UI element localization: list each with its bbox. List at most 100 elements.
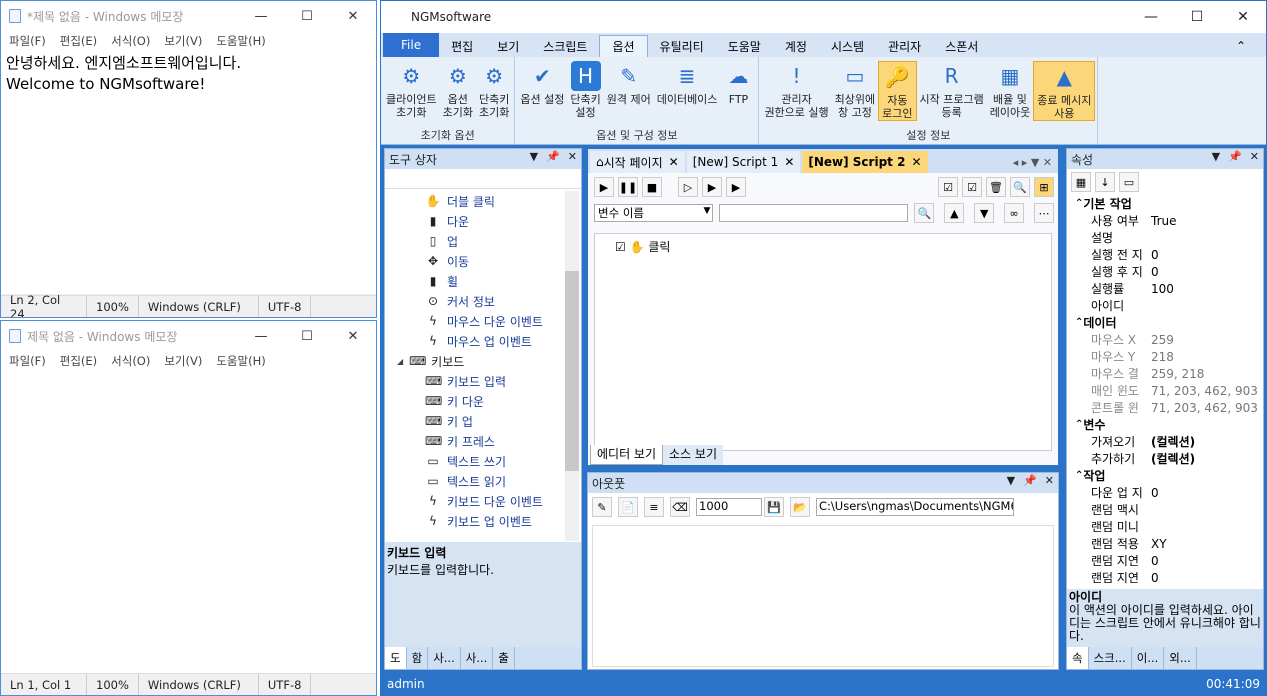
minimize-button[interactable]: — bbox=[238, 321, 284, 351]
run-from-icon[interactable]: ▶ bbox=[726, 177, 746, 197]
ribbon-tab[interactable]: 보기 bbox=[485, 35, 531, 57]
property-row[interactable]: ⌃ 데이터 bbox=[1067, 314, 1263, 331]
sort-az-icon[interactable]: ↓ bbox=[1095, 172, 1115, 192]
document-tab[interactable]: ⌂ 시작 페이지 ✕ bbox=[590, 151, 685, 173]
ribbon-button[interactable]: ☁ FTP bbox=[720, 61, 756, 107]
bottom-tab[interactable]: 출 bbox=[493, 647, 515, 669]
property-row[interactable]: 랜덤 지연 0 bbox=[1067, 569, 1263, 586]
eraser-icon[interactable]: ⌫ bbox=[670, 497, 690, 517]
property-row[interactable]: 마우스 결 259, 218 bbox=[1067, 365, 1263, 382]
ribbon-button[interactable]: ▲ 종료 메시지 사용 bbox=[1033, 61, 1096, 121]
close-icon[interactable]: ✕ bbox=[1045, 474, 1054, 487]
toolbox-search-input[interactable] bbox=[385, 169, 581, 189]
maximize-button[interactable]: ☐ bbox=[284, 321, 330, 351]
collapse-icon[interactable]: ◢ bbox=[397, 357, 403, 366]
property-row[interactable]: 콘트롤 윈 71, 203, 462, 903 bbox=[1067, 399, 1263, 416]
toolbox-item[interactable]: ▮ 휠 bbox=[385, 271, 581, 291]
toolbox-item[interactable]: ⊙ 커서 정보 bbox=[385, 291, 581, 311]
property-row[interactable]: 마우스 Y 218 bbox=[1067, 348, 1263, 365]
ribbon-button[interactable]: ⚙ 클라이언트 초기화 bbox=[383, 61, 440, 120]
maximize-button[interactable]: ☐ bbox=[284, 1, 330, 31]
ribbon-tab[interactable]: 편집 bbox=[439, 35, 485, 57]
broom-icon[interactable]: ✎ bbox=[592, 497, 612, 517]
menu-item[interactable]: 서식(O) bbox=[111, 33, 150, 49]
toolbox-item[interactable]: ϟ 마우스 업 이벤트 bbox=[385, 331, 581, 351]
maximize-button[interactable]: ☐ bbox=[1174, 1, 1220, 33]
bottom-tab[interactable]: 함 bbox=[407, 647, 429, 669]
doc-icon[interactable]: 📄 bbox=[618, 497, 638, 517]
list-icon[interactable]: ≡ bbox=[644, 497, 664, 517]
close-icon[interactable]: ✕ bbox=[1250, 150, 1259, 163]
ribbon-tab[interactable]: 도움말 bbox=[716, 35, 773, 57]
bottom-tab[interactable]: 사... bbox=[461, 647, 494, 669]
dropdown-icon[interactable]: ▼ bbox=[1007, 474, 1015, 487]
toolbox-item[interactable]: ϟ 키보드 업 이벤트 bbox=[385, 511, 581, 531]
property-row[interactable]: ⌃ 기본 작업 bbox=[1067, 195, 1263, 212]
bottom-tab[interactable]: 외... bbox=[1164, 647, 1197, 669]
play-icon[interactable]: ▶ bbox=[594, 177, 614, 197]
property-row[interactable]: 실행 후 지 0 bbox=[1067, 263, 1263, 280]
collapse-icon[interactable]: ⌃ bbox=[1075, 419, 1083, 430]
checkbox[interactable]: ☑ bbox=[615, 240, 626, 254]
notepad-titlebar[interactable]: 제목 없음 - Windows 메모장 — ☐ ✕ bbox=[1, 321, 376, 351]
ribbon-button[interactable]: H 단축키 설정 bbox=[567, 61, 603, 119]
step-icon[interactable]: ▷ bbox=[678, 177, 698, 197]
link-icon[interactable]: ∞ bbox=[1004, 203, 1025, 223]
ribbon-button[interactable]: ✔ 옵션 설정 bbox=[517, 61, 567, 107]
delete-icon[interactable]: 🗑 bbox=[986, 177, 1006, 197]
close-icon[interactable]: ✕ bbox=[568, 150, 577, 163]
collapse-icon[interactable]: ⌃ bbox=[1075, 470, 1083, 481]
search-icon[interactable]: 🔍 bbox=[1010, 177, 1030, 197]
tree-icon[interactable]: ⊞ bbox=[1034, 177, 1054, 197]
pause-icon[interactable]: ❚❚ bbox=[618, 177, 638, 197]
menu-item[interactable]: 편집(E) bbox=[60, 353, 97, 369]
close-button[interactable]: ✕ bbox=[330, 321, 376, 351]
toolbox-item[interactable]: ✥ 이동 bbox=[385, 251, 581, 271]
toolbox-item[interactable]: ▭ 텍스트 쓰기 bbox=[385, 451, 581, 471]
toolbox-item[interactable]: ϟ 마우스 다운 이벤트 bbox=[385, 311, 581, 331]
property-row[interactable]: ⌃ 작업 bbox=[1067, 467, 1263, 484]
toolbox-item[interactable]: ⌨ 키보드 입력 bbox=[385, 371, 581, 391]
notepad-titlebar[interactable]: *제목 없음 - Windows 메모장 — ☐ ✕ bbox=[1, 1, 376, 31]
variable-input[interactable] bbox=[719, 204, 909, 222]
toolbox-item[interactable]: ◢ ⌨ 키보드 bbox=[385, 351, 581, 371]
ribbon-button[interactable]: ⚙ 옵션 초기화 bbox=[440, 61, 476, 120]
property-row[interactable]: 사용 여부 True bbox=[1067, 212, 1263, 229]
bottom-tab[interactable]: 이... bbox=[1132, 647, 1165, 669]
property-row[interactable]: 랜덤 맥시 bbox=[1067, 501, 1263, 518]
folder-icon[interactable]: 📂 bbox=[790, 497, 810, 517]
property-pages-icon[interactable]: ▭ bbox=[1119, 172, 1139, 192]
property-row[interactable]: 실행 전 지 0 bbox=[1067, 246, 1263, 263]
collapse-icon[interactable]: ⌃ bbox=[1075, 317, 1083, 328]
property-row[interactable]: 마우스 X 259 bbox=[1067, 331, 1263, 348]
menu-item[interactable]: 도움말(H) bbox=[216, 33, 265, 49]
ribbon-tab[interactable]: 유틸리티 bbox=[648, 35, 716, 57]
minimize-button[interactable]: — bbox=[1128, 1, 1174, 33]
toolbox-item[interactable]: ⌨ 키 프레스 bbox=[385, 431, 581, 451]
dropdown-icon[interactable]: ▼ bbox=[530, 150, 538, 163]
ribbon-button[interactable]: ▦ 배율 및 레이아웃 bbox=[987, 61, 1033, 120]
app-titlebar[interactable]: NGMsoftware — ☐ ✕ bbox=[381, 1, 1266, 33]
ribbon-button[interactable]: ▭ 최상위에 창 고정 bbox=[832, 61, 878, 120]
ribbon-tab[interactable]: File bbox=[383, 33, 440, 57]
ribbon-tab[interactable]: 계정 bbox=[773, 35, 819, 57]
toolbox-item[interactable]: ▭ 텍스트 읽기 bbox=[385, 471, 581, 491]
check-icon[interactable]: ☑ bbox=[962, 177, 982, 197]
close-icon[interactable]: ✕ bbox=[669, 155, 679, 169]
menu-item[interactable]: 편집(E) bbox=[60, 33, 97, 49]
bottom-tab[interactable]: 스크... bbox=[1089, 647, 1132, 669]
minimize-button[interactable]: — bbox=[238, 1, 284, 31]
menu-item[interactable]: 파일(F) bbox=[9, 353, 46, 369]
property-row[interactable]: 가져오기 (컬렉션) bbox=[1067, 433, 1263, 450]
property-row[interactable]: 랜덤 미니 bbox=[1067, 518, 1263, 535]
ribbon-button[interactable]: 🔑 자동 로그인 bbox=[878, 61, 917, 121]
property-row[interactable]: 설명 bbox=[1067, 229, 1263, 246]
close-button[interactable]: ✕ bbox=[1220, 1, 1266, 33]
property-row[interactable]: ⌃ 변수 bbox=[1067, 416, 1263, 433]
stop-icon[interactable]: ■ bbox=[642, 177, 662, 197]
ribbon-button[interactable]: R 시작 프로그램 등록 bbox=[917, 61, 987, 120]
ribbon-tab[interactable]: 관리자 bbox=[876, 35, 933, 57]
property-row[interactable]: 추가하기 (컬렉션) bbox=[1067, 450, 1263, 467]
pin-icon[interactable]: 📌 bbox=[1023, 474, 1037, 487]
property-row[interactable]: 실행률 100 bbox=[1067, 280, 1263, 297]
